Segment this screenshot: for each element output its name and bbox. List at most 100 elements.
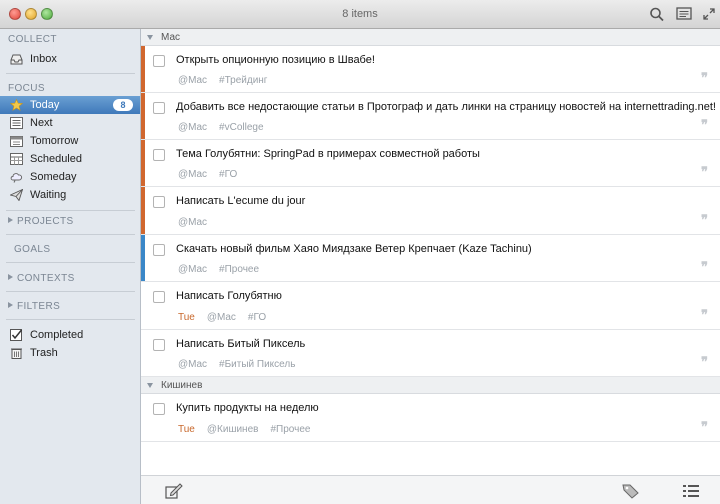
hashtag[interactable]: #Трейдинг — [219, 75, 267, 86]
task-title[interactable]: Купить продукты на неделю — [176, 402, 319, 414]
task-checkbox[interactable] — [153, 244, 165, 256]
task-row[interactable]: Написать Голубятню Tue @Mac #ГО ❞ — [141, 282, 720, 330]
new-task-icon[interactable] — [165, 483, 183, 499]
task-meta: @Mac #ГО — [178, 169, 249, 180]
task-row[interactable]: Написать L'ecume du jour @Mac ❞ — [141, 187, 720, 235]
checkbox-checked-icon — [10, 329, 23, 341]
next-list-icon — [10, 117, 23, 129]
task-row[interactable]: Скачать новый фильм Хаяо Миядзаке Ветер … — [141, 235, 720, 282]
divider — [6, 262, 135, 263]
sidebar-item-label: Scheduled — [30, 153, 82, 165]
note-quote-icon[interactable]: ❞ — [701, 118, 708, 133]
section-projects[interactable]: PROJECTS — [8, 216, 74, 227]
section-contexts[interactable]: CONTEXTS — [8, 273, 75, 284]
expand-triangle-icon — [8, 217, 13, 223]
due-date[interactable]: Tue — [178, 424, 195, 435]
context-tag[interactable]: @Mac — [178, 75, 207, 86]
section-goals[interactable]: GOALS — [14, 244, 50, 255]
count-badge: 8 — [113, 99, 133, 111]
priority-bar — [141, 93, 145, 139]
sidebar-item-waiting[interactable]: Waiting — [0, 186, 140, 204]
scheduled-calendar-icon — [10, 153, 23, 165]
task-checkbox[interactable] — [153, 291, 165, 303]
paper-plane-icon — [10, 189, 23, 201]
task-meta: @Mac #Битый Пиксель — [178, 359, 307, 370]
task-title[interactable]: Открыть опционную позицию в Швабе! — [176, 54, 375, 66]
hashtag[interactable]: #Битый Пиксель — [219, 359, 295, 370]
sidebar-item-scheduled[interactable]: Scheduled — [0, 150, 140, 168]
section-label: CONTEXTS — [17, 273, 75, 284]
note-quote-icon[interactable]: ❞ — [701, 213, 708, 228]
sidebar-item-label: Inbox — [30, 53, 57, 65]
note-quote-icon[interactable]: ❞ — [701, 260, 708, 275]
task-checkbox[interactable] — [153, 196, 165, 208]
hashtag[interactable]: #vCollege — [219, 122, 263, 133]
section-label: PROJECTS — [17, 216, 74, 227]
task-checkbox[interactable] — [153, 149, 165, 161]
sidebar-item-completed[interactable]: Completed — [0, 326, 140, 344]
task-row[interactable]: Добавить все недостающие статьи в Протог… — [141, 93, 720, 140]
due-date[interactable]: Tue — [178, 312, 195, 323]
fullscreen-icon[interactable] — [700, 6, 718, 22]
task-checkbox[interactable] — [153, 403, 165, 415]
sidebar-item-trash[interactable]: Trash — [0, 344, 140, 362]
hashtag[interactable]: #Прочее — [219, 264, 259, 275]
title-bar: 8 items — [0, 0, 720, 29]
hashtag[interactable]: #Прочее — [270, 424, 310, 435]
search-icon[interactable] — [648, 6, 666, 22]
hashtag[interactable]: #ГО — [219, 169, 237, 180]
note-quote-icon[interactable]: ❞ — [701, 355, 708, 370]
group-header-mac[interactable]: Мас — [141, 29, 720, 46]
sidebar: COLLECT Inbox FOCUS Today 8 Next Tomorro… — [0, 29, 141, 504]
hashtag[interactable]: #ГО — [248, 312, 266, 323]
collapse-triangle-icon — [147, 383, 153, 388]
divider — [6, 234, 135, 235]
note-quote-icon[interactable]: ❞ — [701, 165, 708, 180]
task-row[interactable]: Тема Голубятни: SpringPad в примерах сов… — [141, 140, 720, 187]
sidebar-item-inbox[interactable]: Inbox — [0, 50, 140, 68]
task-title[interactable]: Скачать новый фильм Хаяо Миядзаке Ветер … — [176, 243, 532, 255]
context-tag[interactable]: @Mac — [178, 217, 207, 228]
group-header-kishinev[interactable]: Кишинев — [141, 377, 720, 394]
task-checkbox[interactable] — [153, 102, 165, 114]
task-meta: @Mac #Трейдинг — [178, 75, 279, 86]
context-tag[interactable]: @Кишинев — [207, 424, 259, 435]
context-tag[interactable]: @Mac — [178, 122, 207, 133]
context-tag[interactable]: @Mac — [207, 312, 236, 323]
task-title[interactable]: Тема Голубятни: SpringPad в примерах сов… — [176, 148, 480, 160]
expand-triangle-icon — [8, 302, 13, 308]
note-quote-icon[interactable]: ❞ — [701, 308, 708, 323]
note-quote-icon[interactable]: ❞ — [701, 420, 708, 435]
task-title[interactable]: Добавить все недостающие статьи в Протог… — [176, 101, 716, 113]
context-tag[interactable]: @Mac — [178, 264, 207, 275]
sidebar-item-today[interactable]: Today 8 — [0, 96, 140, 114]
list-view-icon[interactable] — [682, 483, 700, 499]
collapse-triangle-icon — [147, 35, 153, 40]
sidebar-item-label: Next — [30, 117, 53, 129]
task-row[interactable]: Открыть опционную позицию в Швабе! @Mac #… — [141, 46, 720, 93]
task-list: Мас Открыть опционную позицию в Швабе! @… — [141, 29, 720, 475]
sidebar-item-next[interactable]: Next — [0, 114, 140, 132]
sidebar-item-someday[interactable]: Someday — [0, 168, 140, 186]
section-filters[interactable]: FILTERS — [8, 301, 60, 312]
note-quote-icon[interactable]: ❞ — [701, 71, 708, 86]
task-row[interactable]: Купить продукты на неделю Tue @Кишинев #Пр… — [141, 394, 720, 442]
task-checkbox[interactable] — [153, 339, 165, 351]
notes-icon[interactable] — [675, 6, 693, 22]
divider — [6, 291, 135, 292]
task-row[interactable]: Написать Битый Пиксель @Mac #Битый Пиксел… — [141, 330, 720, 377]
tag-icon[interactable] — [622, 483, 640, 499]
task-title[interactable]: Написать Битый Пиксель — [176, 338, 305, 350]
sidebar-item-tomorrow[interactable]: Tomorrow — [0, 132, 140, 150]
task-title[interactable]: Написать L'ecume du jour — [176, 195, 305, 207]
context-tag[interactable]: @Mac — [178, 169, 207, 180]
task-checkbox[interactable] — [153, 55, 165, 67]
sidebar-item-label: Today — [30, 99, 60, 111]
sidebar-item-label: Completed — [30, 329, 84, 341]
calendar-icon — [10, 136, 23, 147]
task-title[interactable]: Написать Голубятню — [176, 290, 282, 302]
task-meta: @Mac #vCollege — [178, 122, 276, 133]
cloud-icon — [10, 173, 23, 183]
context-tag[interactable]: @Mac — [178, 359, 207, 370]
divider — [6, 319, 135, 320]
